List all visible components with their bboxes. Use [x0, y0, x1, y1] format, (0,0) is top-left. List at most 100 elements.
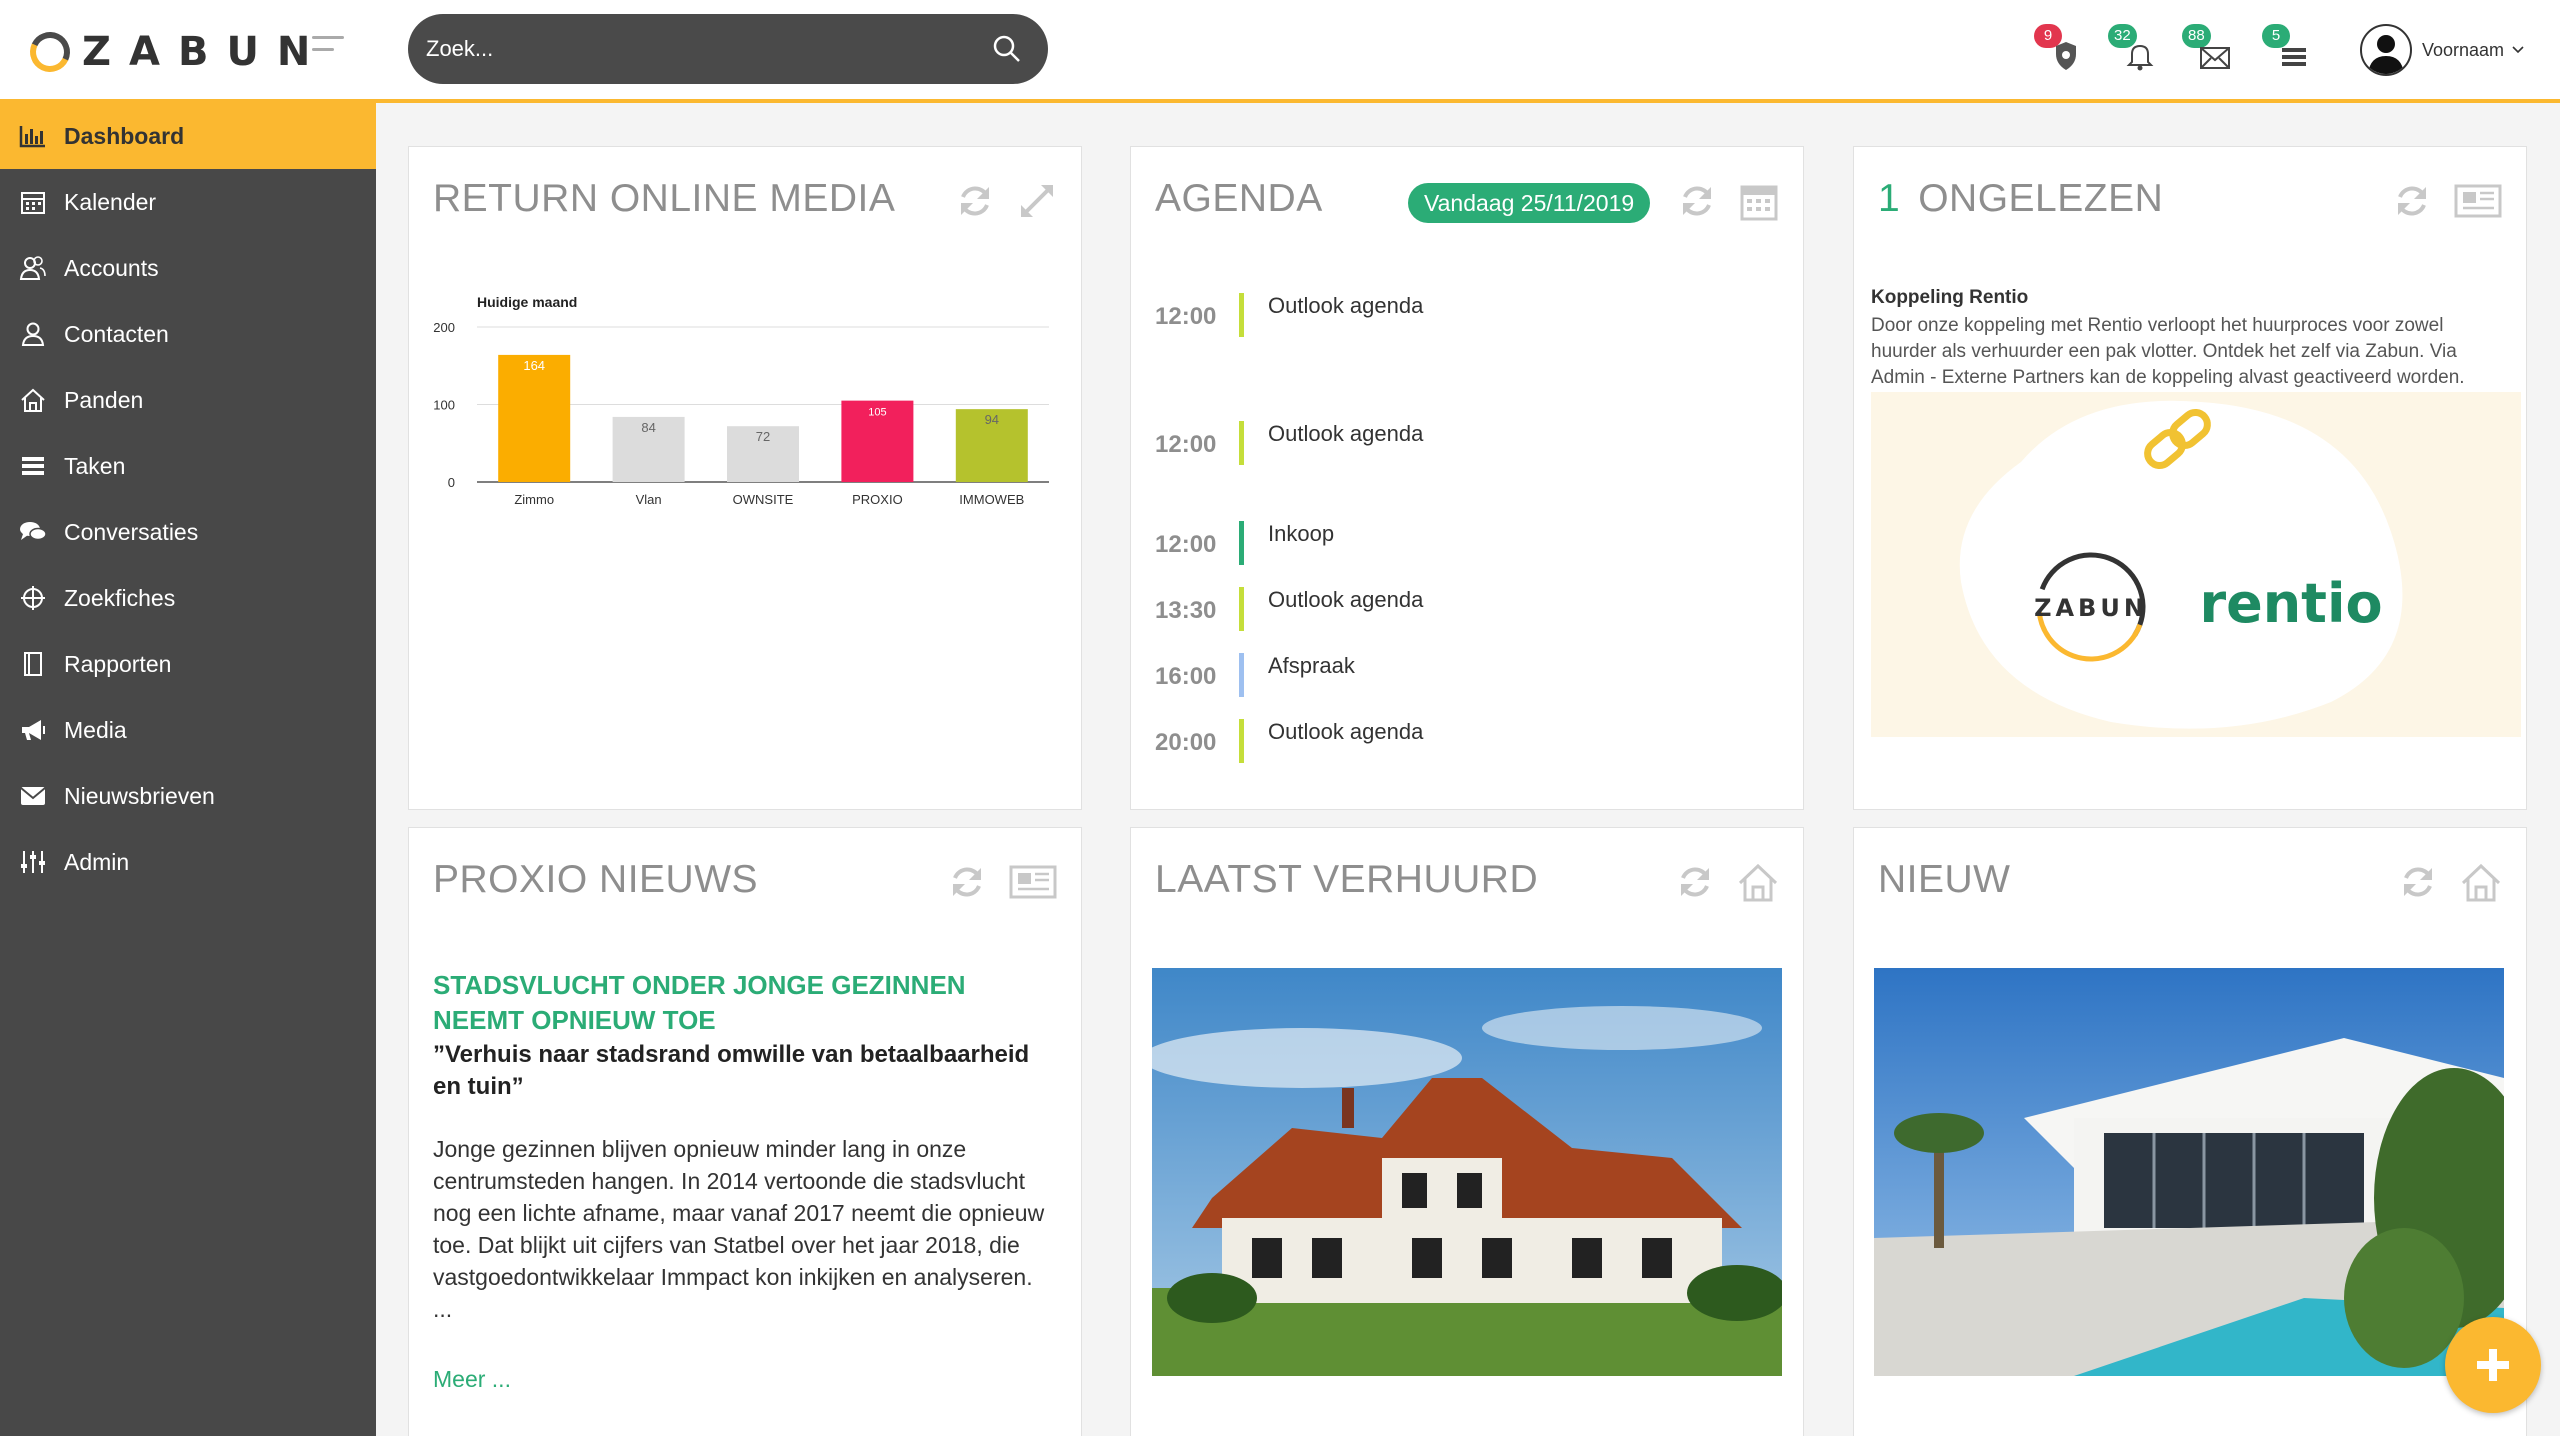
- newspaper-icon[interactable]: [2454, 181, 2502, 221]
- x-tick-label: Vlan: [636, 492, 662, 507]
- message-text: Door onze koppeling met Rentio verloopt …: [1871, 315, 2465, 388]
- chat-icon: [18, 517, 48, 547]
- refresh-icon[interactable]: [1677, 181, 1717, 221]
- zabun-logo-text: ZABUN: [2034, 594, 2148, 622]
- sidebar-item-taken[interactable]: Taken: [0, 433, 376, 499]
- card-title: PROXIO NIEUWS: [433, 858, 759, 901]
- sidebar-item-kalender[interactable]: Kalender: [0, 169, 376, 235]
- sidebar-item-label: Conversaties: [64, 518, 199, 545]
- megaphone-icon: [18, 715, 48, 745]
- data-label: 94: [985, 412, 999, 427]
- agenda-item[interactable]: 13:30 Outlook agenda: [1131, 587, 1791, 647]
- sliders-icon: [18, 847, 48, 877]
- sidebar-item-rapporten[interactable]: Rapporten: [0, 631, 376, 697]
- users-icon: [18, 253, 48, 283]
- x-tick-label: OWNSITE: [733, 492, 794, 507]
- sidebar-item-accounts[interactable]: Accounts: [0, 235, 376, 301]
- notifications-icon[interactable]: 9: [2034, 24, 2084, 74]
- news-headline[interactable]: STADSVLUCHT ONDER JONGE GEZINNEN NEEMT O…: [433, 968, 1053, 1038]
- chart-title: Huidige maand: [477, 294, 577, 310]
- sidebar-item-label: Zoekfiches: [64, 584, 176, 611]
- sidebar-item-nieuwsbrieven[interactable]: Nieuwsbrieven: [0, 763, 376, 829]
- calendar-icon[interactable]: [1739, 181, 1779, 221]
- card-new: NIEUW: [1853, 827, 2527, 1436]
- agenda-label: Outlook agenda: [1268, 421, 1424, 446]
- property-photo[interactable]: [1874, 968, 2504, 1376]
- agenda-label: Outlook agenda: [1268, 293, 1424, 318]
- read-more-link[interactable]: Meer ...: [433, 1366, 511, 1393]
- home-icon: [18, 385, 48, 415]
- card-unread: 1 ONGELEZEN Koppeling Rentio Door onze ko…: [1853, 146, 2527, 810]
- media-bar-chart: Huidige maand 0 100 200 164 Zimmo 84 Vlan 72 OWNS…: [433, 294, 1049, 507]
- sidebar-item-label: Accounts: [64, 254, 159, 281]
- sidebar-item-media[interactable]: Media: [0, 697, 376, 763]
- crosshair-icon: [18, 583, 48, 613]
- agenda-color-bar: [1239, 587, 1244, 631]
- avatar: [2360, 24, 2412, 76]
- mail-icon[interactable]: 88: [2182, 24, 2232, 74]
- refresh-icon[interactable]: [1675, 862, 1715, 902]
- bell-icon[interactable]: 32: [2108, 24, 2158, 74]
- card-title: 1 ONGELEZEN: [1878, 177, 2163, 221]
- y-tick-label: 200: [433, 320, 455, 335]
- agenda-time: 12:00: [1155, 303, 1217, 330]
- sidebar-item-zoekfiches[interactable]: Zoekfiches: [0, 565, 376, 631]
- sidebar-item-label: Rapporten: [64, 650, 172, 677]
- home-icon[interactable]: [2460, 862, 2502, 904]
- logo-text: ZABUN: [82, 29, 329, 75]
- agenda-time: 12:00: [1155, 431, 1217, 458]
- agenda-item[interactable]: 20:00 Outlook agenda: [1131, 719, 1791, 779]
- agenda-item[interactable]: 16:00 Afspraak: [1131, 653, 1791, 713]
- sidebar-item-label: Kalender: [64, 188, 157, 215]
- expand-icon[interactable]: [1017, 181, 1057, 221]
- agenda-item[interactable]: 12:00 Inkoop: [1131, 521, 1791, 581]
- x-tick-label: PROXIO: [852, 492, 903, 507]
- refresh-icon[interactable]: [2392, 181, 2432, 221]
- search-input[interactable]: [426, 14, 986, 84]
- sidebar-item-label: Media: [64, 716, 127, 743]
- agenda-label: Outlook agenda: [1268, 719, 1424, 744]
- rentio-partner-image: ZABUN rentio: [1871, 392, 2521, 737]
- sidebar-item-label: Panden: [64, 386, 144, 413]
- refresh-icon[interactable]: [2398, 862, 2438, 902]
- sidebar-item-conversaties[interactable]: Conversaties: [0, 499, 376, 565]
- card-last-rented: LAATST VERHUURD: [1130, 827, 1804, 1436]
- property-photo[interactable]: [1152, 968, 1782, 1376]
- sidebar-item-label: Contacten: [64, 320, 169, 347]
- card-title: LAATST VERHUURD: [1155, 858, 1539, 901]
- user-icon: [18, 319, 48, 349]
- sidebar-item-admin[interactable]: Admin: [0, 829, 376, 895]
- refresh-icon[interactable]: [947, 862, 987, 902]
- card-title: NIEUW: [1878, 858, 2011, 901]
- agenda-time: 13:30: [1155, 597, 1217, 624]
- tasks-icon[interactable]: 5: [2262, 24, 2312, 74]
- zabun-logo[interactable]: ZABUN: [24, 26, 329, 78]
- message-title[interactable]: Koppeling Rentio: [1871, 287, 2028, 309]
- agenda-item[interactable]: 12:00 Outlook agenda: [1131, 421, 1791, 481]
- agenda-time: 20:00: [1155, 729, 1217, 756]
- sidebar-item-contacten[interactable]: Contacten: [0, 301, 376, 367]
- newspaper-icon[interactable]: [1009, 862, 1057, 902]
- search-icon[interactable]: [992, 34, 1022, 64]
- sidebar-item-panden[interactable]: Panden: [0, 367, 376, 433]
- menu-toggle-icon[interactable]: [312, 36, 344, 60]
- add-button[interactable]: [2445, 1317, 2541, 1413]
- data-label: 164: [523, 358, 545, 373]
- sidebar-item-label: Nieuwsbrieven: [64, 782, 215, 809]
- news-body: Jonge gezinnen blijven opnieuw minder la…: [433, 1136, 1045, 1322]
- data-label: 72: [756, 429, 770, 444]
- home-icon[interactable]: [1737, 862, 1779, 904]
- user-menu[interactable]: Voornaam: [2360, 24, 2524, 76]
- agenda-color-bar: [1239, 421, 1244, 465]
- agenda-item[interactable]: 12:00 Outlook agenda: [1131, 293, 1791, 353]
- sidebar-item-dashboard[interactable]: Dashboard: [0, 103, 376, 169]
- agenda-color-bar: [1239, 521, 1244, 565]
- report-icon: [18, 649, 48, 679]
- agenda-time: 12:00: [1155, 531, 1217, 558]
- y-tick-label: 100: [433, 398, 455, 413]
- news-subtitle: ”Verhuis naar stadsrand omwille van beta…: [433, 1041, 1030, 1100]
- today-button[interactable]: Vandaag 25/11/2019: [1408, 183, 1651, 223]
- top-bar: ZABUN 9 32 88 5 Voornaam: [0, 0, 2560, 103]
- y-tick-label: 0: [448, 475, 455, 490]
- refresh-icon[interactable]: [955, 181, 995, 221]
